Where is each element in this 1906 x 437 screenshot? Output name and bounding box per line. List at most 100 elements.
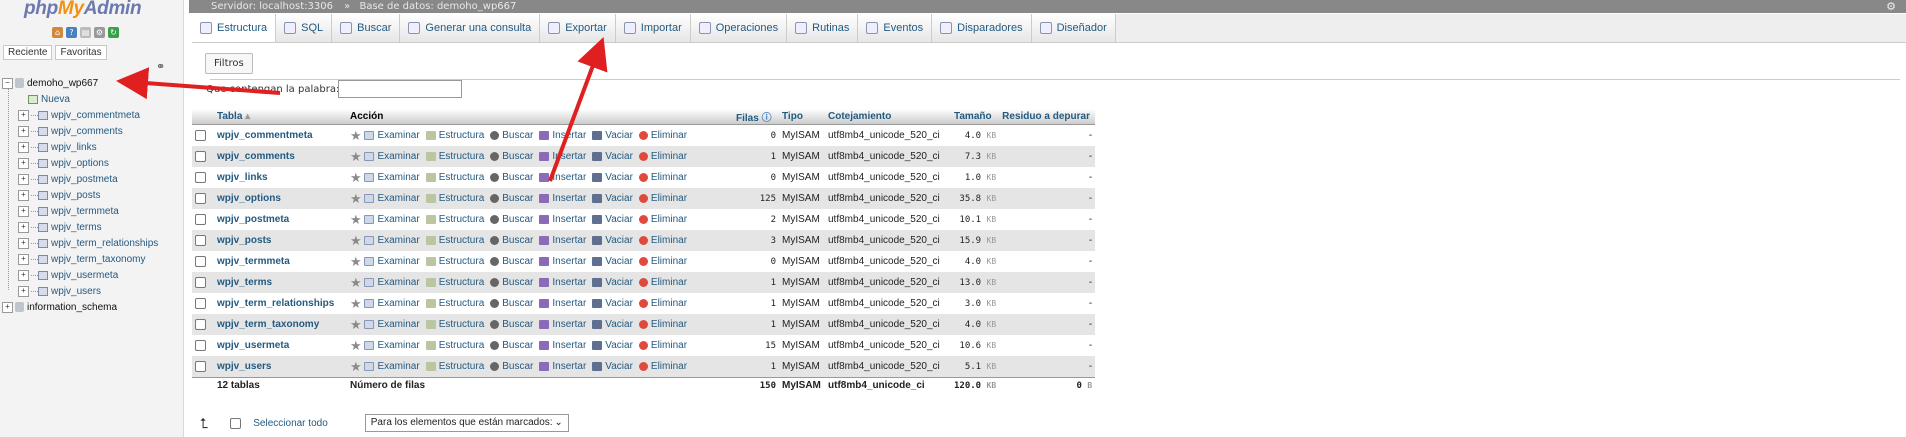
drop-link[interactable]: Eliminar xyxy=(638,214,687,225)
col-rows[interactable]: Filas ⓘ xyxy=(733,109,779,125)
home-icon[interactable]: ⌂ xyxy=(52,27,63,38)
tree-db-information-schema[interactable]: + information_schema xyxy=(2,300,182,316)
table-name-link[interactable]: wpjv_comments xyxy=(217,151,295,162)
browse-link[interactable]: Examinar xyxy=(364,277,420,288)
gear-icon[interactable]: ⚙ xyxy=(1886,0,1896,13)
tab-buscar[interactable]: Buscar xyxy=(332,14,401,42)
structure-link[interactable]: Estructura xyxy=(425,277,484,288)
breadcrumb-database[interactable]: Base de datos: demoho_wp667 xyxy=(359,1,516,12)
star-icon[interactable]: ★ xyxy=(350,296,362,311)
insert-link[interactable]: Insertar xyxy=(539,319,586,330)
select-all-label[interactable]: Seleccionar todo xyxy=(253,418,328,429)
browse-link[interactable]: Examinar xyxy=(364,361,420,372)
tab-rutinas[interactable]: Rutinas xyxy=(787,14,859,42)
search-link[interactable]: Buscar xyxy=(490,235,533,246)
browse-link[interactable]: Examinar xyxy=(364,319,420,330)
structure-link[interactable]: Estructura xyxy=(425,319,484,330)
browse-link[interactable]: Examinar xyxy=(364,130,420,141)
table-name-link[interactable]: wpjv_term_taxonomy xyxy=(217,319,319,330)
search-link[interactable]: Buscar xyxy=(490,319,533,330)
browse-link[interactable]: Examinar xyxy=(364,193,420,204)
row-checkbox[interactable] xyxy=(195,150,206,162)
drop-link[interactable]: Eliminar xyxy=(638,235,687,246)
structure-link[interactable]: Estructura xyxy=(425,235,484,246)
table-name-link[interactable]: wpjv_options xyxy=(217,193,281,204)
empty-link[interactable]: Vaciar xyxy=(592,277,633,288)
col-table[interactable]: Tabla ▴ xyxy=(214,109,347,125)
insert-link[interactable]: Insertar xyxy=(539,340,586,351)
collation-link[interactable]: utf8mb4_unicode_520_ci xyxy=(825,251,951,272)
col-size[interactable]: Tamaño xyxy=(951,109,1000,125)
structure-link[interactable]: Estructura xyxy=(425,130,484,141)
reload-icon[interactable]: ↻ xyxy=(108,27,119,38)
search-link[interactable]: Buscar xyxy=(490,340,533,351)
collation-link[interactable]: utf8mb4_unicode_520_ci xyxy=(825,209,951,230)
insert-link[interactable]: Insertar xyxy=(539,151,586,162)
structure-link[interactable]: Estructura xyxy=(425,193,484,204)
drop-link[interactable]: Eliminar xyxy=(638,256,687,267)
collation-link[interactable]: utf8mb4_unicode_520_ci xyxy=(825,293,951,314)
tab-operaciones[interactable]: Operaciones xyxy=(690,14,788,42)
search-link[interactable]: Buscar xyxy=(490,151,533,162)
tab-favorites[interactable]: Favoritas xyxy=(55,45,107,60)
tree-table[interactable]: + wpjv_term_taxonomy xyxy=(2,252,182,268)
insert-link[interactable]: Insertar xyxy=(539,172,586,183)
row-checkbox[interactable] xyxy=(195,213,206,225)
row-checkbox[interactable] xyxy=(195,276,206,288)
browse-link[interactable]: Examinar xyxy=(364,151,420,162)
tree-table[interactable]: + wpjv_commentmeta xyxy=(2,108,182,124)
collation-link[interactable]: utf8mb4_unicode_520_ci xyxy=(825,230,951,251)
filter-input[interactable] xyxy=(338,80,462,98)
star-icon[interactable]: ★ xyxy=(350,359,362,374)
insert-link[interactable]: Insertar xyxy=(539,256,586,267)
star-icon[interactable]: ★ xyxy=(350,170,362,185)
tab-generar-consulta[interactable]: Generar una consulta xyxy=(400,14,541,42)
phpmyadmin-logo[interactable]: phpMyAdmin xyxy=(24,0,142,20)
structure-link[interactable]: Estructura xyxy=(425,256,484,267)
table-name-link[interactable]: wpjv_terms xyxy=(217,277,272,288)
structure-link[interactable]: Estructura xyxy=(425,298,484,309)
docs-icon[interactable]: ▤ xyxy=(80,27,91,38)
star-icon[interactable]: ★ xyxy=(350,338,362,353)
star-icon[interactable]: ★ xyxy=(350,128,362,143)
tree-table[interactable]: + wpjv_termmeta xyxy=(2,204,182,220)
insert-link[interactable]: Insertar xyxy=(539,193,586,204)
collation-link[interactable]: utf8mb4_unicode_520_ci xyxy=(825,356,951,378)
browse-link[interactable]: Examinar xyxy=(364,235,420,246)
browse-link[interactable]: Examinar xyxy=(364,256,420,267)
tab-disenador[interactable]: Diseñador xyxy=(1031,14,1116,42)
tree-table[interactable]: + wpjv_usermeta xyxy=(2,268,182,284)
empty-link[interactable]: Vaciar xyxy=(592,193,633,204)
insert-link[interactable]: Insertar xyxy=(539,361,586,372)
row-checkbox[interactable] xyxy=(195,339,206,351)
help-icon[interactable]: ? xyxy=(66,27,77,38)
table-name-link[interactable]: wpjv_commentmeta xyxy=(217,130,313,141)
empty-link[interactable]: Vaciar xyxy=(592,256,633,267)
tree-table[interactable]: + wpjv_options xyxy=(2,156,182,172)
select-all-checkbox[interactable] xyxy=(230,417,242,429)
table-name-link[interactable]: wpjv_term_relationships xyxy=(217,298,334,309)
empty-link[interactable]: Vaciar xyxy=(592,319,633,330)
table-name-link[interactable]: wpjv_usermeta xyxy=(217,340,289,351)
table-name-link[interactable]: wpjv_users xyxy=(217,361,271,372)
star-icon[interactable]: ★ xyxy=(350,191,362,206)
search-link[interactable]: Buscar xyxy=(490,193,533,204)
collation-link[interactable]: utf8mb4_unicode_520_ci xyxy=(825,314,951,335)
insert-link[interactable]: Insertar xyxy=(539,298,586,309)
star-icon[interactable]: ★ xyxy=(350,149,362,164)
star-icon[interactable]: ★ xyxy=(350,275,362,290)
drop-link[interactable]: Eliminar xyxy=(638,277,687,288)
browse-link[interactable]: Examinar xyxy=(364,298,420,309)
search-link[interactable]: Buscar xyxy=(490,130,533,141)
drop-link[interactable]: Eliminar xyxy=(638,130,687,141)
tree-table[interactable]: + wpjv_comments xyxy=(2,124,182,140)
tree-table[interactable]: + wpjv_links xyxy=(2,140,182,156)
star-icon[interactable]: ★ xyxy=(350,254,362,269)
structure-link[interactable]: Estructura xyxy=(425,172,484,183)
drop-link[interactable]: Eliminar xyxy=(638,361,687,372)
tree-item-new[interactable]: Nueva xyxy=(2,92,182,108)
structure-link[interactable]: Estructura xyxy=(425,361,484,372)
row-checkbox[interactable] xyxy=(195,234,206,246)
bulk-action-select[interactable]: Para los elementos que están marcados: ⌄ xyxy=(364,414,569,432)
col-type[interactable]: Tipo xyxy=(779,109,825,125)
